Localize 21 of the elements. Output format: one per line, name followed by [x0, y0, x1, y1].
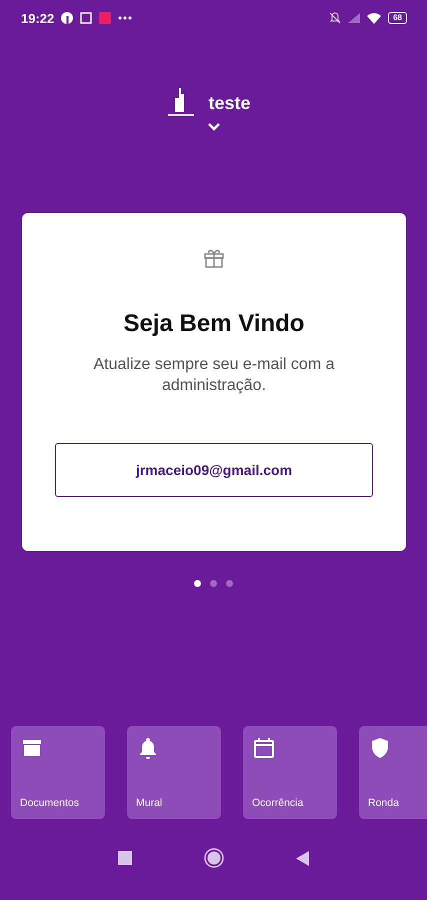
status-time: 19:22 [21, 10, 54, 26]
page-dot[interactable] [210, 580, 217, 587]
chevron-down-icon[interactable] [206, 122, 220, 131]
battery-level: 68 [388, 12, 407, 24]
back-icon[interactable] [296, 850, 309, 866]
signal-icon [348, 13, 360, 23]
email-button[interactable]: jrmaceio09@gmail.com [55, 443, 373, 497]
shortcut-tile[interactable]: Mural [127, 726, 221, 819]
page-dot[interactable] [226, 580, 233, 587]
welcome-message: Atualize sempre seu e-mail com a administração. [92, 355, 336, 396]
bell-off-icon [329, 12, 342, 24]
app-icon [99, 12, 112, 24]
home-icon[interactable] [204, 848, 224, 868]
shortcut-tile[interactable]: Ronda [359, 726, 427, 819]
shortcut-tile[interactable]: Ocorrência [243, 726, 337, 819]
condo-name: teste [208, 92, 251, 114]
welcome-title: Seja Bem Vindo [124, 310, 304, 338]
wifi-icon [367, 12, 382, 24]
shortcut-tile[interactable]: Documentos [11, 726, 105, 819]
page-dot[interactable] [194, 580, 201, 587]
more-icon [118, 16, 132, 20]
